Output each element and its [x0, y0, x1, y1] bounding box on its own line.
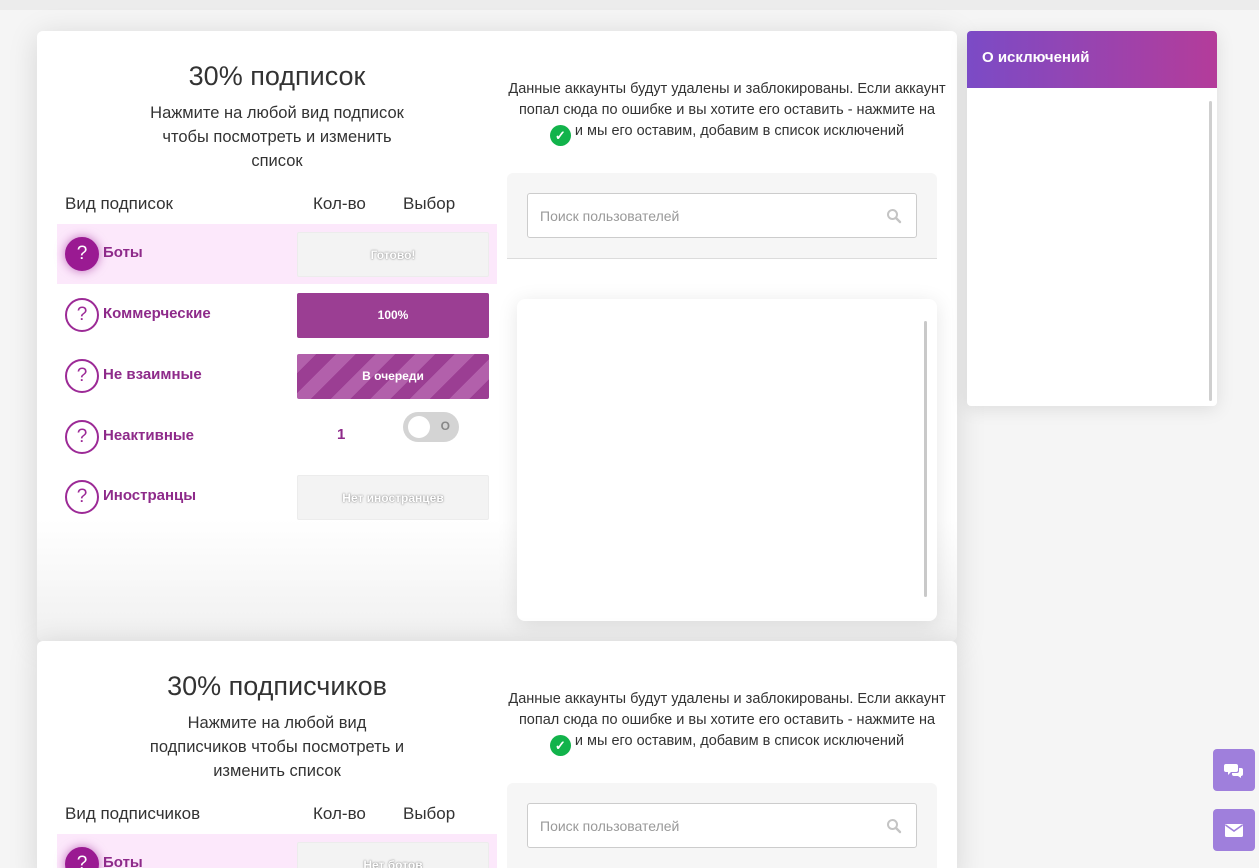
section-title: 30% подписок — [188, 61, 366, 91]
question-icon[interactable]: ? — [65, 298, 99, 332]
select-toggle[interactable]: O — [403, 412, 459, 442]
exceptions-title: О исключений — [967, 31, 1217, 88]
category-label[interactable]: Боты — [103, 854, 143, 868]
subscriptions-card: 30% подписок Нажмите на любой вид подпис… — [37, 31, 957, 641]
category-row-inactive[interactable]: ? Неактивные 1 O — [57, 407, 497, 467]
chat-icon — [1224, 764, 1243, 778]
search-area — [507, 783, 937, 868]
column-header-choice: Выбор — [403, 804, 456, 823]
check-circle-icon: ✓ — [549, 125, 571, 146]
exceptions-panel: О исключений — [967, 31, 1217, 406]
category-label[interactable]: Коммерческие — [103, 305, 211, 322]
chat-button[interactable] — [1213, 749, 1255, 791]
question-icon[interactable]: ? — [65, 480, 99, 514]
question-icon[interactable]: ? — [65, 359, 99, 393]
progress-button[interactable]: 100% — [297, 293, 489, 338]
toggle-knob — [408, 416, 430, 438]
scrollbar[interactable] — [924, 321, 927, 597]
category-row-bots[interactable]: ? Боты Готово! — [57, 224, 497, 284]
envelope-icon — [1225, 824, 1243, 837]
search-icon[interactable] — [886, 818, 902, 834]
section-subtitle: Нажмите на любой вид подписчиков чтобы п… — [149, 714, 405, 780]
divider — [507, 258, 937, 259]
status-button[interactable]: Готово! — [297, 232, 489, 277]
search-box[interactable] — [527, 803, 917, 848]
category-row-bots[interactable]: ? Боты Нет ботов — [57, 834, 497, 868]
info-text: Данные аккаунты будут удалены и заблокир… — [507, 79, 947, 146]
queue-button[interactable]: В очереди — [297, 354, 489, 399]
category-label[interactable]: Неактивные — [103, 427, 194, 444]
search-input[interactable] — [540, 804, 880, 847]
category-row-foreigners[interactable]: ? Иностранцы Нет иностранцев — [57, 467, 497, 527]
question-icon[interactable]: ? — [65, 237, 99, 271]
section-subtitle: Нажмите на любой вид подписок чтобы посм… — [150, 104, 404, 170]
toggle-label: O — [440, 419, 450, 433]
scrollbar[interactable] — [1209, 101, 1212, 401]
search-area — [507, 173, 937, 259]
search-icon[interactable] — [886, 208, 902, 224]
category-label[interactable]: Боты — [103, 244, 143, 261]
check-circle-icon: ✓ — [549, 735, 571, 756]
column-header-count: Кол-во — [313, 194, 366, 213]
question-icon[interactable]: ? — [65, 847, 99, 868]
status-button[interactable]: Нет иностранцев — [297, 475, 489, 520]
users-list-panel — [517, 299, 937, 621]
section-title: 30% подписчиков — [167, 671, 387, 701]
column-header-choice: Выбор — [403, 194, 456, 213]
category-row-commercial[interactable]: ? Коммерческие 100% — [57, 285, 497, 345]
column-header-type: Вид подписчиков — [65, 804, 201, 823]
top-bar — [0, 0, 1259, 10]
search-input[interactable] — [540, 194, 880, 237]
status-button[interactable]: Нет ботов — [297, 842, 489, 868]
info-text: Данные аккаунты будут удалены и заблокир… — [507, 689, 947, 756]
category-label[interactable]: Иностранцы — [103, 487, 196, 504]
count-value: 1 — [337, 426, 346, 443]
search-box[interactable] — [527, 193, 917, 238]
question-icon[interactable]: ? — [65, 420, 99, 454]
category-label[interactable]: Не взаимные — [103, 366, 202, 383]
followers-card: 30% подписчиков Нажмите на любой вид под… — [37, 641, 957, 868]
mail-button[interactable] — [1213, 809, 1255, 851]
category-row-non-mutual[interactable]: ? Не взаимные В очереди — [57, 346, 497, 406]
column-header-count: Кол-во — [313, 804, 366, 823]
column-header-type: Вид подписок — [65, 194, 173, 213]
